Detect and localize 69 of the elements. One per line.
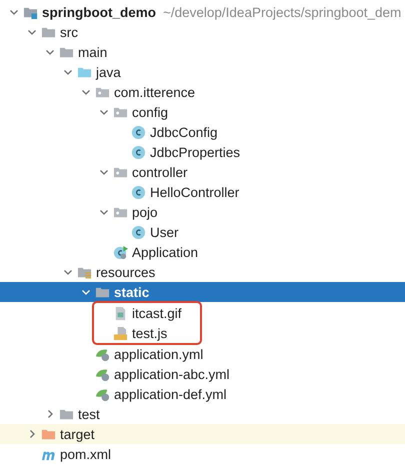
chevron-down-icon[interactable] xyxy=(63,67,73,77)
tree-row[interactable]: resources xyxy=(0,262,405,282)
tree-row[interactable]: test xyxy=(0,404,405,424)
chevron-down-icon[interactable] xyxy=(99,107,109,117)
tree-row[interactable]: User xyxy=(0,222,405,242)
tree-row[interactable]: JdbcProperties xyxy=(0,142,405,162)
folder-name: main xyxy=(78,44,108,60)
tree-row[interactable]: controller xyxy=(0,162,405,182)
tree-row[interactable]: JdbcConfig xyxy=(0,122,405,142)
tree-row[interactable]: itcast.gif xyxy=(94,303,182,323)
folder-name: controller xyxy=(132,164,188,180)
folder-name: config xyxy=(132,104,168,120)
folder-name: com.itterence xyxy=(114,84,196,100)
project-path: ~/develop/IdeaProjects/springboot_dem xyxy=(163,4,402,20)
tree-row[interactable]: test.js xyxy=(94,323,182,343)
tree-row[interactable]: pom.xml xyxy=(0,444,405,464)
file-name: HelloController xyxy=(150,184,240,200)
file-name: test.js xyxy=(132,326,168,340)
folder-name: static xyxy=(114,284,150,300)
folder-name: resources xyxy=(96,264,156,280)
tree-row[interactable]: target xyxy=(0,424,405,444)
chevron-down-icon[interactable] xyxy=(45,47,55,57)
file-name: JdbcProperties xyxy=(150,144,240,160)
class-icon xyxy=(131,224,146,240)
spring-leaf-icon xyxy=(95,386,110,402)
tree-row[interactable]: HelloController xyxy=(0,182,405,202)
chevron-down-icon[interactable] xyxy=(81,87,91,97)
class-icon xyxy=(131,124,146,140)
folder-name: target xyxy=(60,426,95,442)
chevron-down-icon[interactable] xyxy=(99,207,109,217)
js-file-icon xyxy=(113,326,128,340)
folder-name: java xyxy=(96,64,121,80)
folder-name: pojo xyxy=(132,204,158,220)
file-name: Application xyxy=(132,244,198,260)
tree-row[interactable]: pojo xyxy=(0,202,405,222)
class-icon xyxy=(131,144,146,160)
chevron-right-icon[interactable] xyxy=(27,429,37,439)
tree-row[interactable]: java xyxy=(0,62,405,82)
tree-row[interactable]: src xyxy=(0,22,405,42)
spring-leaf-icon xyxy=(95,366,110,382)
tree-row[interactable]: Application xyxy=(0,242,405,262)
class-icon xyxy=(131,184,146,200)
tree-row[interactable]: com.itterence xyxy=(0,82,405,102)
tree-row[interactable]: application-abc.yml xyxy=(0,364,405,384)
file-name: application-abc.yml xyxy=(114,366,230,382)
chevron-down-icon[interactable] xyxy=(27,27,37,37)
folder-name: test xyxy=(78,406,100,422)
file-name: JdbcConfig xyxy=(150,124,218,140)
file-name: itcast.gif xyxy=(132,306,182,320)
folder-name: springboot_demo xyxy=(42,4,156,20)
file-name: pom.xml xyxy=(60,446,112,462)
chevron-down-icon[interactable] xyxy=(63,267,73,277)
chevron-right-icon[interactable] xyxy=(45,409,55,419)
file-name: application-def.yml xyxy=(114,386,227,402)
tree-row[interactable]: static xyxy=(0,282,405,302)
image-file-icon xyxy=(113,306,128,320)
tree-row[interactable]: application-def.yml xyxy=(0,384,405,404)
file-name: User xyxy=(150,224,179,240)
chevron-down-icon[interactable] xyxy=(81,287,91,297)
spring-class-icon xyxy=(113,244,128,260)
chevron-down-icon[interactable] xyxy=(9,7,19,17)
tree-row[interactable]: application.yml xyxy=(0,344,405,364)
chevron-down-icon[interactable] xyxy=(99,167,109,177)
tree-row[interactable]: springboot_demo ~/develop/IdeaProjects/springboot_dem xyxy=(0,2,405,22)
spring-leaf-icon xyxy=(95,346,110,362)
file-name: application.yml xyxy=(114,346,204,362)
folder-name: src xyxy=(60,24,78,40)
tree-row[interactable]: config xyxy=(0,102,405,122)
tree-row[interactable]: main xyxy=(0,42,405,62)
